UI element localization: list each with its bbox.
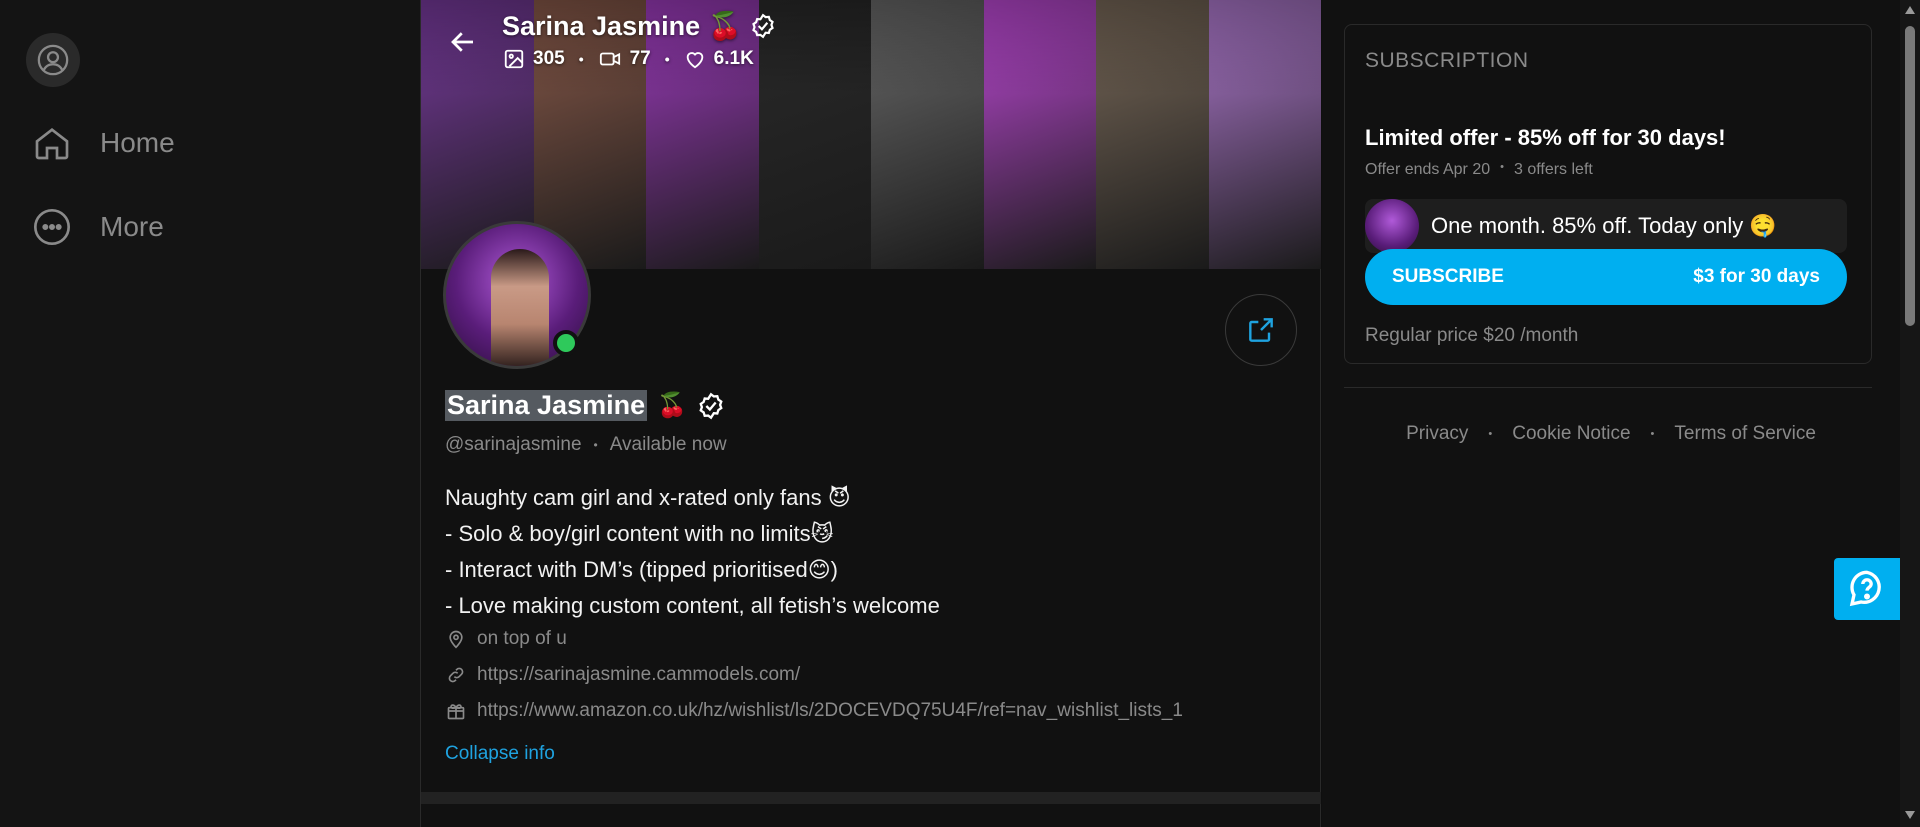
user-avatar-button[interactable] <box>26 33 80 87</box>
help-button[interactable] <box>1834 558 1900 620</box>
profile-main: Sarina Jasmine 🍒 305 • 77 • 6.1K Sarina … <box>420 0 1321 827</box>
wishlist-url[interactable]: https://www.amazon.co.uk/hz/wishlist/ls/… <box>477 700 1183 722</box>
banner-name: Sarina Jasmine <box>502 10 701 41</box>
user-icon <box>37 44 69 76</box>
terms-link[interactable]: Terms of Service <box>1674 423 1815 445</box>
posts-value: 305 <box>533 48 565 69</box>
subscribe-label: SUBSCRIBE <box>1392 266 1504 287</box>
cherry-emoji: 🍒 <box>657 392 688 419</box>
offers-left: 3 offers left <box>1513 161 1593 178</box>
profile-handle-row: @sarinajasmine • Available now <box>445 434 727 456</box>
link-icon <box>445 664 467 686</box>
footer-links: Privacy • Cookie Notice • Terms of Servi… <box>1322 423 1900 445</box>
separator-dot: • <box>664 51 670 67</box>
separator-dot: • <box>593 438 598 452</box>
bio-line: Naughty cam girl and x-rated only fans 😈 <box>445 485 851 510</box>
banner-stats: 305 • 77 • 6.1K <box>503 48 754 70</box>
offer-ends: Offer ends Apr 20 <box>1365 161 1491 178</box>
likes-count: 6.1K <box>684 48 754 70</box>
bio-line: - Interact with DM’s (tipped prioritised… <box>445 557 838 582</box>
videos-count[interactable]: 77 <box>598 48 651 70</box>
promo-text: One month. 85% off. Today only 🤤 <box>1431 213 1777 238</box>
page-scrollbar[interactable] <box>1900 0 1920 827</box>
heart-icon <box>686 52 703 69</box>
separator-dot: • <box>1488 428 1493 440</box>
profile-location: on top of u <box>445 628 567 650</box>
scroll-up-icon[interactable] <box>1904 5 1916 15</box>
image-icon <box>504 49 524 69</box>
video-icon <box>599 52 620 66</box>
separator-dot: • <box>1650 428 1655 440</box>
website-url[interactable]: https://sarinajasmine.cammodels.com/ <box>477 664 800 686</box>
right-panel: SUBSCRIPTION Limited offer - 85% off for… <box>1322 0 1900 827</box>
regular-price: Regular price $20 /month <box>1365 325 1579 346</box>
home-icon <box>30 121 74 165</box>
separator-dot: • <box>1500 161 1504 173</box>
likes-value: 6.1K <box>713 48 754 69</box>
profile-website-link[interactable]: https://sarinajasmine.cammodels.com/ <box>445 664 800 686</box>
profile-wishlist-link[interactable]: https://www.amazon.co.uk/hz/wishlist/ls/… <box>445 700 1183 722</box>
online-status-dot <box>553 330 579 356</box>
promo-avatar <box>1365 199 1419 253</box>
separator-dot: • <box>578 51 584 67</box>
banner-title: Sarina Jasmine 🍒 <box>502 10 776 42</box>
posts-count[interactable]: 305 <box>503 48 565 70</box>
subscribe-button[interactable]: SUBSCRIBE $3 for 30 days <box>1365 249 1847 305</box>
gift-icon <box>445 700 467 722</box>
more-icon <box>30 205 74 249</box>
scroll-down-icon[interactable] <box>1904 810 1916 820</box>
collapse-info-link[interactable]: Collapse info <box>445 743 555 765</box>
cherry-emoji: 🍒 <box>708 11 742 41</box>
right-divider <box>1344 387 1872 388</box>
offer-meta: Offer ends Apr 20 • 3 offers left <box>1365 161 1593 179</box>
arrow-left-icon <box>451 32 473 52</box>
location-text: on top of u <box>477 628 567 649</box>
back-button[interactable] <box>445 24 481 60</box>
profile-bio: Naughty cam girl and x-rated only fans 😈… <box>445 480 940 624</box>
subscribe-price: $3 for 30 days <box>1693 266 1820 287</box>
nav-home-label: Home <box>100 127 175 158</box>
videos-value: 77 <box>629 48 651 69</box>
profile-handle: @sarinajasmine <box>445 434 582 455</box>
nav-more[interactable]: More <box>30 205 164 249</box>
profile-name-row: Sarina Jasmine 🍒 <box>445 390 725 421</box>
availability-status: Available now <box>609 434 727 455</box>
location-pin-icon <box>445 628 467 650</box>
share-button[interactable] <box>1225 294 1297 366</box>
banner-header: Sarina Jasmine 🍒 305 • 77 • 6.1K <box>421 0 1321 80</box>
profile-name: Sarina Jasmine <box>445 390 648 421</box>
offer-title: Limited offer - 85% off for 30 days! <box>1365 125 1726 150</box>
cookie-notice-link[interactable]: Cookie Notice <box>1512 423 1630 445</box>
left-sidebar: Home More <box>0 0 420 827</box>
bio-line: - Love making custom content, all fetish… <box>445 593 940 618</box>
scrollbar-thumb[interactable] <box>1905 26 1915 326</box>
help-icon <box>1849 570 1881 607</box>
avatar-figure <box>491 249 549 366</box>
nav-more-label: More <box>100 211 164 242</box>
verified-icon <box>751 13 774 39</box>
subscription-heading: SUBSCRIPTION <box>1365 49 1529 72</box>
nav-home[interactable]: Home <box>30 121 175 165</box>
subscription-card: SUBSCRIPTION Limited offer - 85% off for… <box>1344 24 1872 364</box>
bio-line: - Solo & boy/girl content with no limits… <box>445 521 834 546</box>
privacy-link[interactable]: Privacy <box>1406 423 1468 445</box>
promo-message: One month. 85% off. Today only 🤤 <box>1365 199 1847 253</box>
verified-icon <box>699 392 723 419</box>
share-icon <box>1249 318 1273 342</box>
section-divider <box>421 792 1321 804</box>
